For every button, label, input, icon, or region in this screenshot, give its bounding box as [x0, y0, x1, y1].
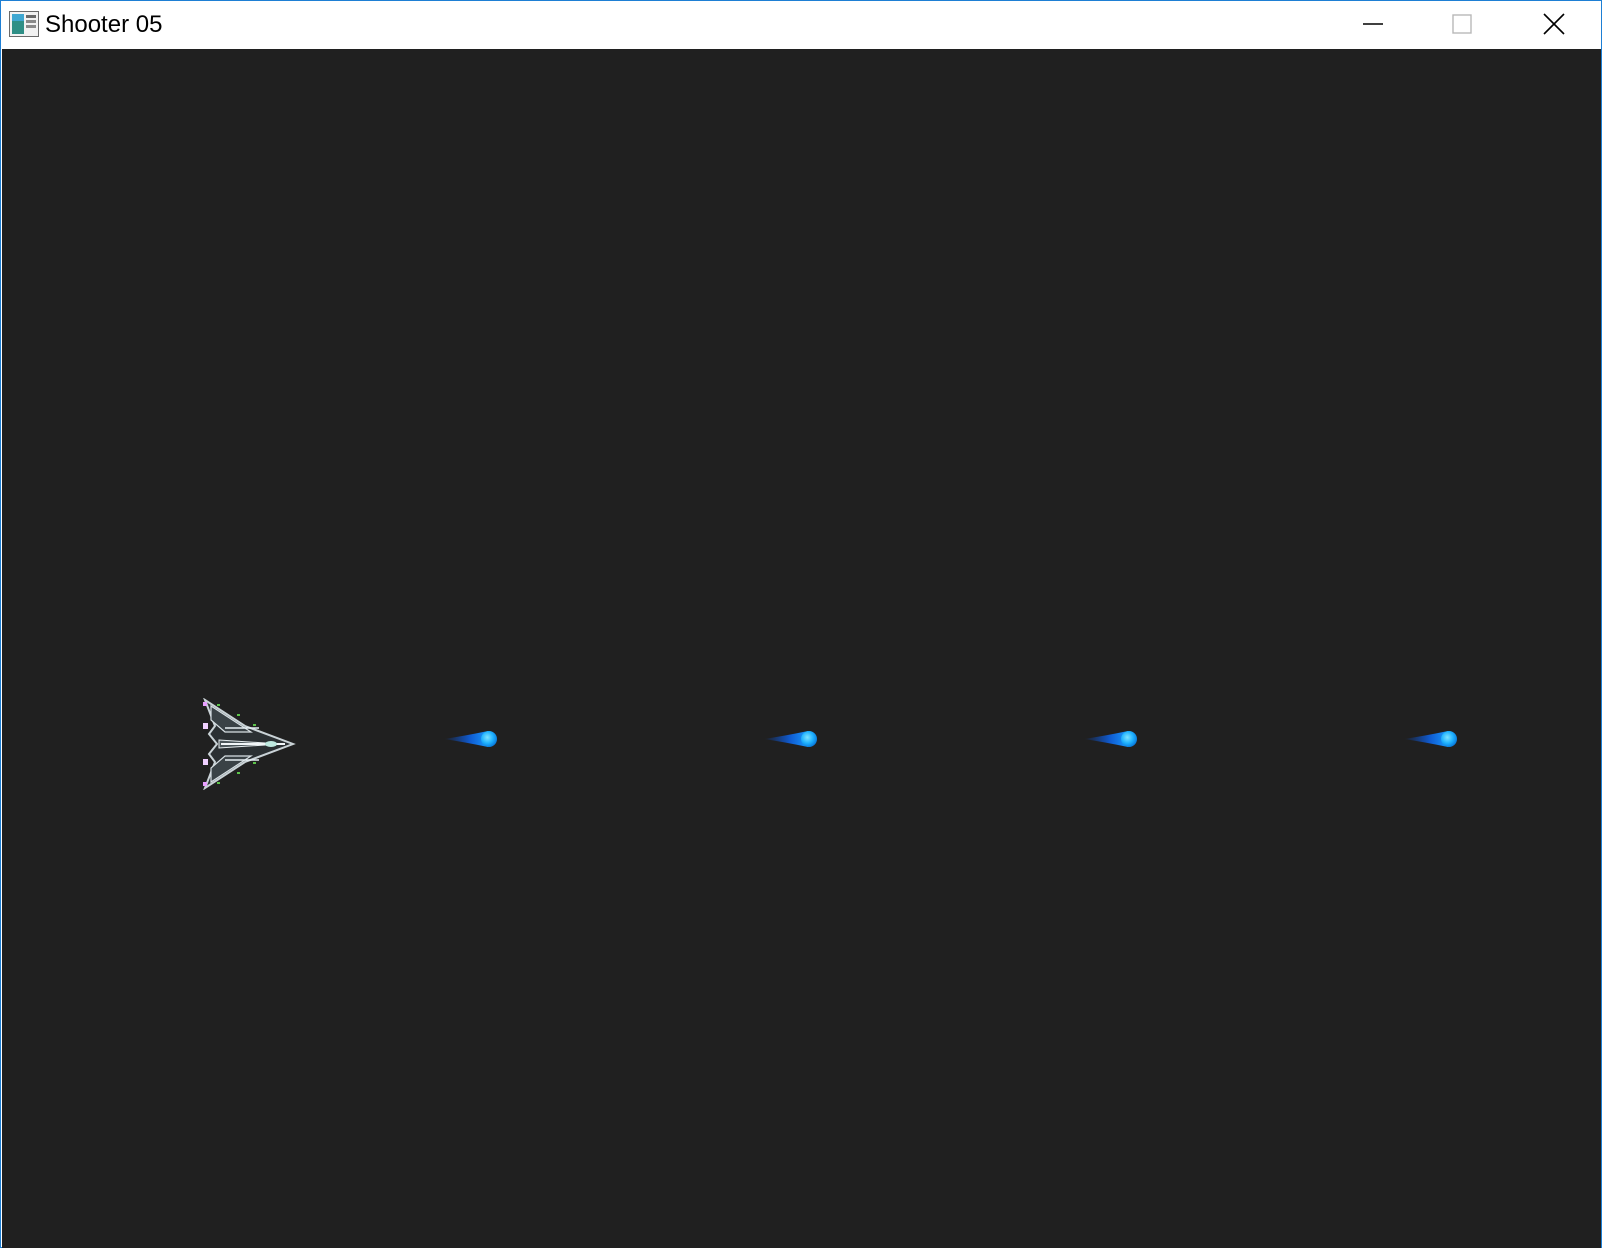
game-window: Shooter 05	[0, 0, 1602, 1248]
window-app-icon	[9, 11, 39, 37]
bullet-3	[1084, 731, 1137, 747]
minimize-button[interactable]	[1327, 1, 1419, 47]
window-title: Shooter 05	[45, 11, 163, 38]
minimize-icon	[1363, 23, 1383, 25]
bullet-1	[444, 731, 497, 747]
maximize-button[interactable]	[1416, 1, 1508, 47]
bullet-2	[764, 731, 817, 747]
bullet-4	[1404, 731, 1457, 747]
close-icon	[1543, 13, 1565, 35]
fighter-ship-icon	[203, 698, 296, 790]
title-bar[interactable]: Shooter 05	[1, 1, 1601, 49]
game-canvas[interactable]	[2, 49, 1601, 1248]
maximize-icon	[1452, 14, 1472, 34]
close-button[interactable]	[1508, 1, 1600, 47]
